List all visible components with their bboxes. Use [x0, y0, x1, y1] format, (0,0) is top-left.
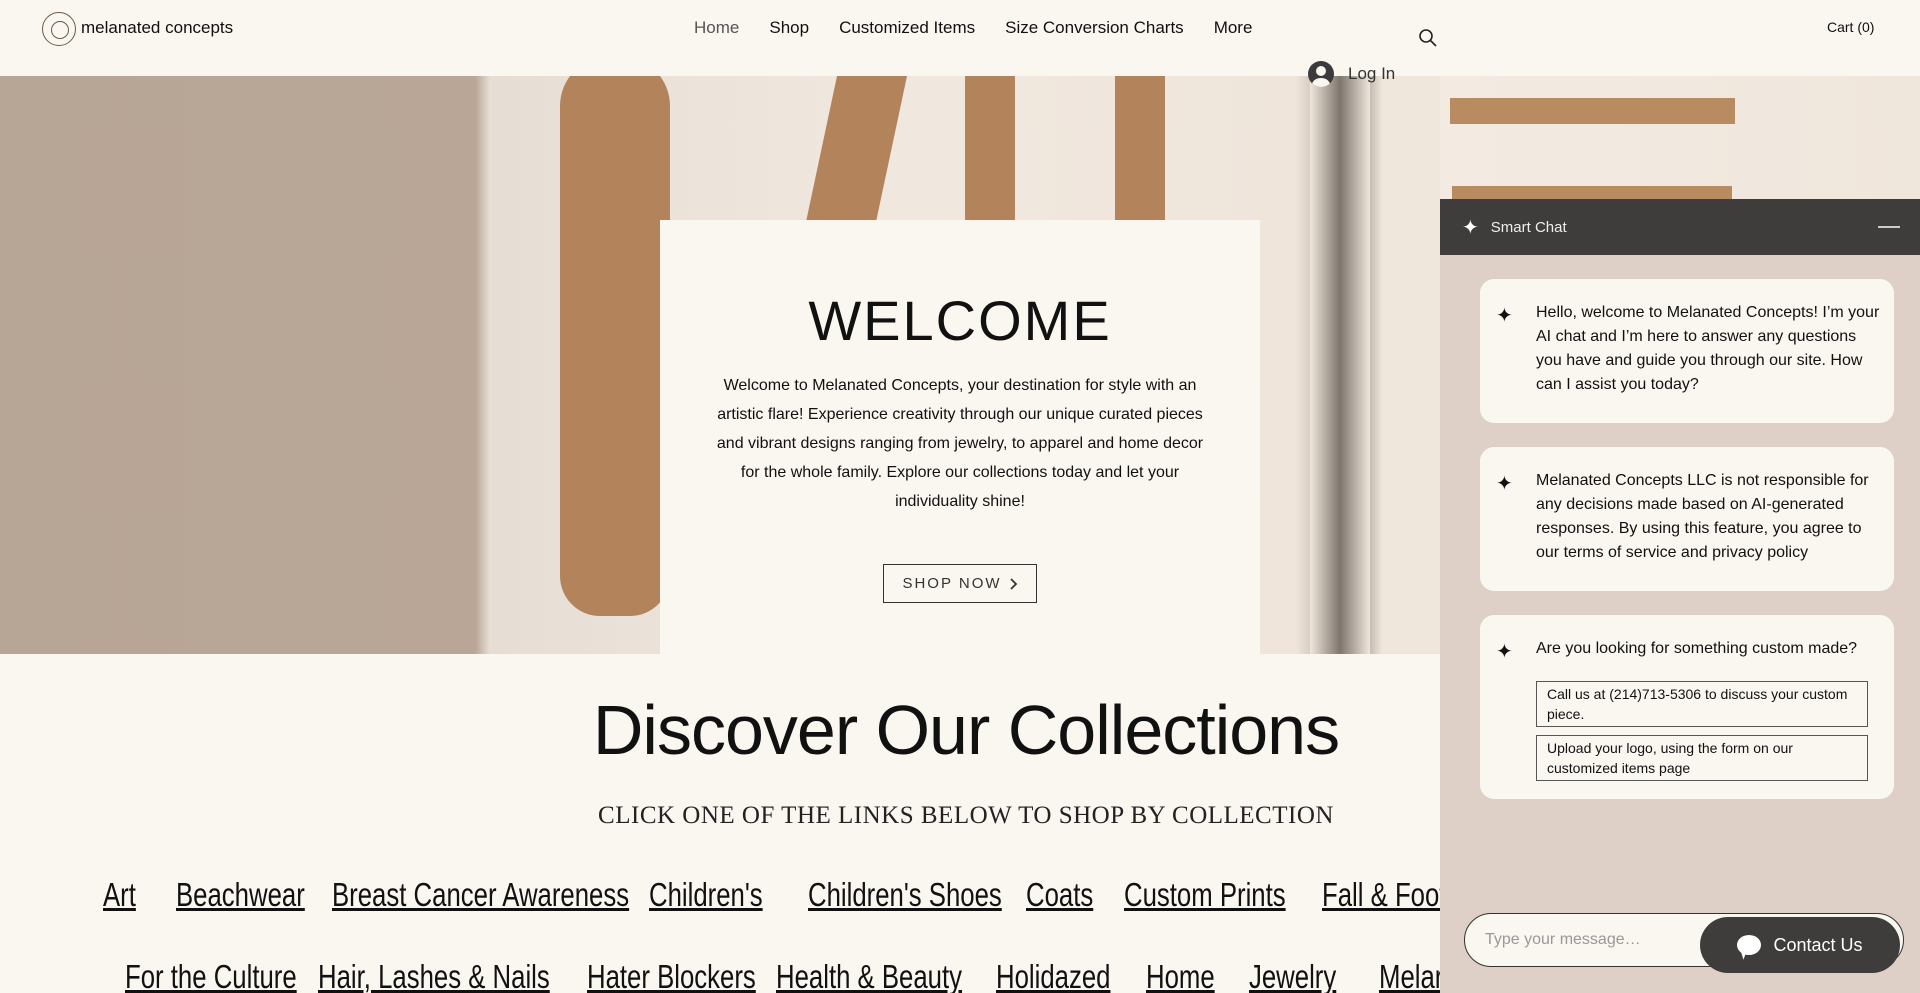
collection-link-for-the-culture[interactable]: For the Culture	[125, 958, 297, 993]
chat-message-text: Melanated Concepts LLC is not responsibl…	[1536, 472, 1869, 561]
nav-size-conversion-charts[interactable]: Size Conversion Charts	[1005, 18, 1184, 38]
chat-message-text: Hello, welcome to Melanated Concepts! I’…	[1536, 304, 1880, 393]
contact-us-label: Contact Us	[1773, 934, 1863, 955]
right-backdrop-top	[1440, 76, 1920, 199]
collection-link-jewelry[interactable]: Jewelry	[1249, 958, 1336, 993]
nav-customized-items[interactable]: Customized Items	[839, 18, 975, 38]
contact-us-button[interactable]: Contact Us	[1700, 917, 1900, 973]
cart-link[interactable]: Cart (0)	[1827, 19, 1874, 35]
site-header: melanated concepts Home Shop Customized …	[0, 0, 1920, 76]
welcome-card: WELCOME Welcome to Melanated Concepts, y…	[660, 220, 1260, 654]
smart-chat-panel: ✦ Smart Chat ✦ Hello, welcome to Melanat…	[1440, 199, 1920, 993]
hero-decor-letter	[802, 76, 908, 236]
hero-decor-letter	[1115, 76, 1165, 226]
sparkle-icon: ✦	[1462, 216, 1479, 239]
chat-header: ✦ Smart Chat	[1440, 199, 1920, 255]
collection-link-breast-cancer-awareness[interactable]: Breast Cancer Awareness	[332, 876, 629, 914]
minimize-icon[interactable]	[1878, 226, 1900, 228]
collection-link-holidazed[interactable]: Holidazed	[996, 958, 1110, 993]
hero-decor-shadow	[1310, 76, 1370, 654]
collection-link-home[interactable]: Home	[1146, 958, 1215, 993]
collection-link-art[interactable]: Art	[103, 876, 136, 914]
collection-link-custom-prints[interactable]: Custom Prints	[1124, 876, 1286, 914]
collection-link-health-beauty[interactable]: Health & Beauty	[776, 958, 962, 993]
nav-home[interactable]: Home	[694, 18, 739, 38]
login-label: Log In	[1348, 64, 1396, 83]
sparkle-icon: ✦	[1496, 305, 1513, 327]
decor-bar	[1452, 186, 1732, 199]
hero-decor-letter	[965, 76, 1015, 226]
collection-link-hair-lashes-nails[interactable]: Hair, Lashes & Nails	[318, 958, 550, 993]
collection-link-melanated[interactable]: Melar	[1379, 958, 1443, 993]
avatar-icon	[1308, 61, 1334, 87]
chevron-right-icon	[1009, 577, 1017, 590]
collection-link-childrens[interactable]: Children's	[649, 876, 763, 914]
chat-message: ✦ Are you looking for something custom m…	[1480, 615, 1894, 799]
login-button[interactable]: Log In	[1308, 61, 1395, 87]
hero-decor-letter	[560, 76, 670, 616]
quick-reply-call[interactable]: Call us at (214)713-5306 to discuss your…	[1536, 681, 1868, 727]
shop-now-label: SHOP NOW	[902, 575, 1002, 592]
chat-message: ✦ Hello, welcome to Melanated Concepts! …	[1480, 279, 1894, 423]
brand-name[interactable]: melanated concepts	[81, 18, 233, 38]
collection-link-beachwear[interactable]: Beachwear	[176, 876, 305, 914]
sparkle-icon: ✦	[1496, 473, 1513, 495]
collection-link-hater-blockers[interactable]: Hater Blockers	[587, 958, 756, 993]
nav-shop[interactable]: Shop	[769, 18, 809, 38]
collection-link-childrens-shoes[interactable]: Children's Shoes	[808, 876, 1002, 914]
sparkle-icon: ✦	[1496, 641, 1513, 663]
collection-link-fall[interactable]: Fall & Foot	[1322, 876, 1446, 914]
logo-icon[interactable]	[42, 12, 76, 46]
search-icon[interactable]	[1418, 28, 1438, 48]
chat-title: Smart Chat	[1490, 218, 1567, 236]
welcome-text: Welcome to Melanated Concepts, your dest…	[716, 377, 1204, 510]
decor-bar	[1450, 98, 1735, 124]
welcome-title: WELCOME	[808, 289, 1112, 352]
chat-message-text: Are you looking for something custom mad…	[1536, 640, 1858, 657]
nav-more[interactable]: More	[1214, 18, 1253, 38]
main-nav: Home Shop Customized Items Size Conversi…	[694, 18, 1282, 38]
chat-message: ✦ Melanated Concepts LLC is not responsi…	[1480, 447, 1894, 591]
collection-link-coats[interactable]: Coats	[1026, 876, 1093, 914]
chat-bubble-icon	[1737, 935, 1762, 955]
shop-now-button[interactable]: SHOP NOW	[883, 564, 1037, 603]
quick-reply-upload-logo[interactable]: Upload your logo, using the form on our …	[1536, 735, 1868, 781]
